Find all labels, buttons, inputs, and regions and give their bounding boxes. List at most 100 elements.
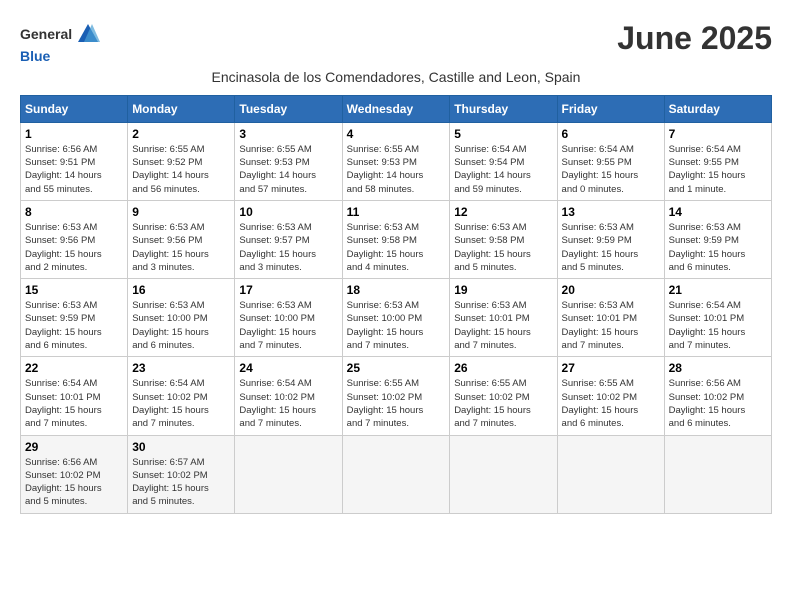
day-info: Sunrise: 6:54 AMSunset: 10:02 PMDaylight… (132, 377, 230, 430)
day-number: 27 (562, 361, 660, 375)
calendar-week-row: 1 Sunrise: 6:56 AMSunset: 9:51 PMDaylight… (21, 122, 772, 200)
day-info: Sunrise: 6:55 AMSunset: 10:02 PMDaylight… (562, 377, 660, 430)
day-info: Sunrise: 6:53 AMSunset: 10:00 PMDaylight… (347, 299, 446, 352)
logo-general-text: General (20, 26, 72, 43)
calendar-cell: 30Sunrise: 6:57 AMSunset: 10:02 PMDaylig… (128, 435, 235, 513)
calendar-cell (235, 435, 342, 513)
day-number: 1 (25, 127, 123, 141)
calendar-cell: 29 Sunrise: 6:56 AMSunset: 10:02 PMDaylig… (21, 435, 128, 513)
day-header-saturday: Saturday (664, 95, 771, 122)
day-number: 28 (669, 361, 767, 375)
day-number: 29 (25, 440, 123, 454)
calendar-cell: 20 Sunrise: 6:53 AMSunset: 10:01 PMDaylig… (557, 279, 664, 357)
day-info: Sunrise: 6:55 AMSunset: 9:53 PMDaylight:… (347, 143, 446, 196)
day-number: 23 (132, 361, 230, 375)
day-info: Sunrise: 6:53 AMSunset: 9:56 PMDaylight:… (132, 221, 230, 274)
day-number: 12 (454, 205, 552, 219)
day-info: Sunrise: 6:53 AMSunset: 10:01 PMDaylight… (562, 299, 660, 352)
day-number: 10 (239, 205, 337, 219)
logo-blue-text: Blue (20, 48, 102, 65)
day-number: 26 (454, 361, 552, 375)
day-info: Sunrise: 6:53 AMSunset: 9:57 PMDaylight:… (239, 221, 337, 274)
day-number: 3 (239, 127, 337, 141)
calendar-cell: 23 Sunrise: 6:54 AMSunset: 10:02 PMDaylig… (128, 357, 235, 435)
calendar-cell: 9 Sunrise: 6:53 AMSunset: 9:56 PMDaylight… (128, 200, 235, 278)
calendar-cell: 16 Sunrise: 6:53 AMSunset: 10:00 PMDaylig… (128, 279, 235, 357)
day-number: 9 (132, 205, 230, 219)
subtitle: Encinasola de los Comendadores, Castille… (20, 69, 772, 85)
day-number: 22 (25, 361, 123, 375)
day-number: 2 (132, 127, 230, 141)
calendar-cell: 25 Sunrise: 6:55 AMSunset: 10:02 PMDaylig… (342, 357, 450, 435)
calendar-cell: 14 Sunrise: 6:53 AMSunset: 9:59 PMDayligh… (664, 200, 771, 278)
day-number: 11 (347, 205, 446, 219)
day-info: Sunrise: 6:53 AMSunset: 10:00 PMDaylight… (132, 299, 230, 352)
day-header-thursday: Thursday (450, 95, 557, 122)
logo: General Blue (20, 20, 102, 65)
day-info: Sunrise: 6:56 AMSunset: 10:02 PMDaylight… (669, 377, 767, 430)
calendar-week-row: 29 Sunrise: 6:56 AMSunset: 10:02 PMDaylig… (21, 435, 772, 513)
calendar-cell (450, 435, 557, 513)
day-header-wednesday: Wednesday (342, 95, 450, 122)
calendar-cell: 10 Sunrise: 6:53 AMSunset: 9:57 PMDayligh… (235, 200, 342, 278)
day-number: 5 (454, 127, 552, 141)
day-number: 25 (347, 361, 446, 375)
day-info: Sunrise: 6:53 AMSunset: 9:59 PMDaylight:… (669, 221, 767, 274)
calendar-cell (664, 435, 771, 513)
day-info: Sunrise: 6:54 AMSunset: 10:01 PMDaylight… (669, 299, 767, 352)
day-info: Sunrise: 6:53 AMSunset: 9:56 PMDaylight:… (25, 221, 123, 274)
day-number: 18 (347, 283, 446, 297)
day-info: Sunrise: 6:54 AMSunset: 9:55 PMDaylight:… (562, 143, 660, 196)
month-title: June 2025 (617, 20, 772, 57)
calendar-cell: 28 Sunrise: 6:56 AMSunset: 10:02 PMDaylig… (664, 357, 771, 435)
day-info: Sunrise: 6:56 AMSunset: 10:02 PMDaylight… (25, 456, 123, 509)
day-number: 14 (669, 205, 767, 219)
logo-icon (74, 20, 102, 48)
day-number: 20 (562, 283, 660, 297)
calendar-cell: 17 Sunrise: 6:53 AMSunset: 10:00 PMDaylig… (235, 279, 342, 357)
header: General Blue June 2025 (20, 20, 772, 65)
day-info: Sunrise: 6:54 AMSunset: 9:54 PMDaylight:… (454, 143, 552, 196)
calendar-cell (342, 435, 450, 513)
calendar-cell: 6Sunrise: 6:54 AMSunset: 9:55 PMDaylight… (557, 122, 664, 200)
calendar-cell: 26 Sunrise: 6:55 AMSunset: 10:02 PMDaylig… (450, 357, 557, 435)
calendar-cell: 15 Sunrise: 6:53 AMSunset: 9:59 PMDayligh… (21, 279, 128, 357)
day-number: 16 (132, 283, 230, 297)
day-number: 15 (25, 283, 123, 297)
calendar-cell: 19Sunrise: 6:53 AMSunset: 10:01 PMDaylig… (450, 279, 557, 357)
day-info: Sunrise: 6:53 AMSunset: 9:59 PMDaylight:… (562, 221, 660, 274)
day-number: 17 (239, 283, 337, 297)
calendar-cell: 8 Sunrise: 6:53 AMSunset: 9:56 PMDaylight… (21, 200, 128, 278)
day-info: Sunrise: 6:54 AMSunset: 10:01 PMDaylight… (25, 377, 123, 430)
calendar-cell: 11 Sunrise: 6:53 AMSunset: 9:58 PMDayligh… (342, 200, 450, 278)
day-header-friday: Friday (557, 95, 664, 122)
day-number: 7 (669, 127, 767, 141)
calendar-cell: 1 Sunrise: 6:56 AMSunset: 9:51 PMDaylight… (21, 122, 128, 200)
day-number: 4 (347, 127, 446, 141)
calendar-cell (557, 435, 664, 513)
day-number: 13 (562, 205, 660, 219)
day-info: Sunrise: 6:53 AMSunset: 10:00 PMDaylight… (239, 299, 337, 352)
day-info: Sunrise: 6:54 AMSunset: 10:02 PMDaylight… (239, 377, 337, 430)
day-header-tuesday: Tuesday (235, 95, 342, 122)
day-number: 24 (239, 361, 337, 375)
day-info: Sunrise: 6:55 AMSunset: 10:02 PMDaylight… (347, 377, 446, 430)
day-info: Sunrise: 6:56 AMSunset: 9:51 PMDaylight:… (25, 143, 123, 196)
day-info: Sunrise: 6:55 AMSunset: 10:02 PMDaylight… (454, 377, 552, 430)
calendar: SundayMondayTuesdayWednesdayThursdayFrid… (20, 95, 772, 514)
day-number: 19 (454, 283, 552, 297)
day-header-monday: Monday (128, 95, 235, 122)
calendar-cell: 18 Sunrise: 6:53 AMSunset: 10:00 PMDaylig… (342, 279, 450, 357)
day-info: Sunrise: 6:55 AMSunset: 9:53 PMDaylight:… (239, 143, 337, 196)
day-number: 8 (25, 205, 123, 219)
calendar-cell: 13 Sunrise: 6:53 AMSunset: 9:59 PMDayligh… (557, 200, 664, 278)
day-info: Sunrise: 6:53 AMSunset: 9:59 PMDaylight:… (25, 299, 123, 352)
calendar-week-row: 15 Sunrise: 6:53 AMSunset: 9:59 PMDayligh… (21, 279, 772, 357)
day-info: Sunrise: 6:53 AMSunset: 9:58 PMDaylight:… (347, 221, 446, 274)
day-header-sunday: Sunday (21, 95, 128, 122)
calendar-week-row: 8 Sunrise: 6:53 AMSunset: 9:56 PMDaylight… (21, 200, 772, 278)
calendar-cell: 21Sunrise: 6:54 AMSunset: 10:01 PMDaylig… (664, 279, 771, 357)
calendar-cell: 5 Sunrise: 6:54 AMSunset: 9:54 PMDaylight… (450, 122, 557, 200)
day-info: Sunrise: 6:55 AMSunset: 9:52 PMDaylight:… (132, 143, 230, 196)
calendar-cell: 12Sunrise: 6:53 AMSunset: 9:58 PMDayligh… (450, 200, 557, 278)
